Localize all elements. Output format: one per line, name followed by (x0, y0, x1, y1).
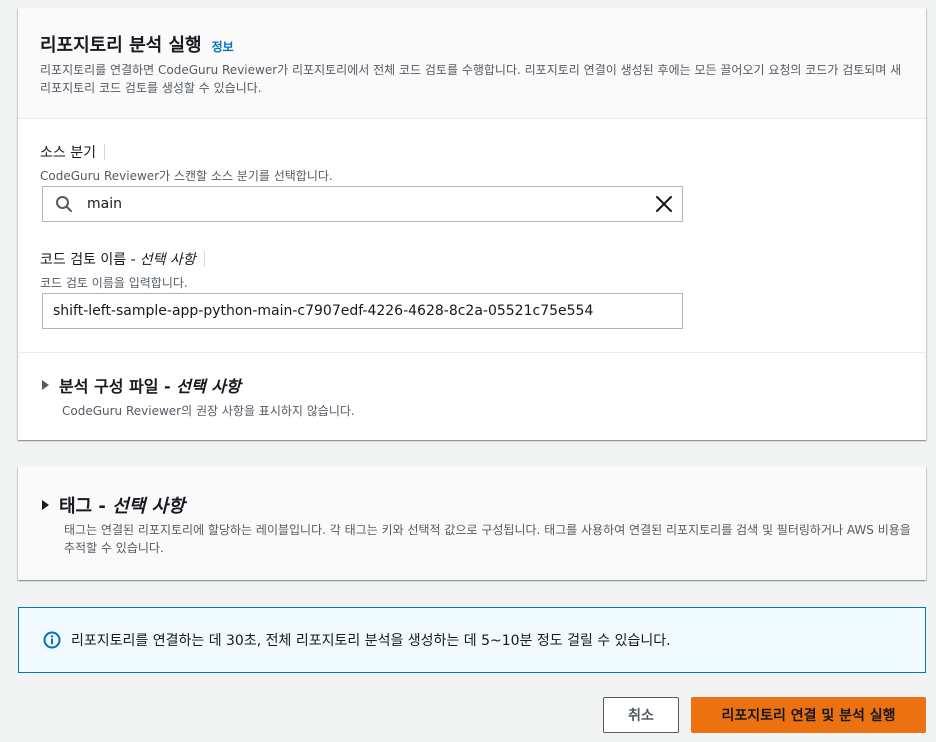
analysis-config-title: 분석 구성 파일 - 선택 사항 (59, 377, 241, 396)
tags-expander[interactable]: 태그 - 선택 사항 (42, 492, 185, 518)
caret-right-icon (42, 380, 49, 390)
source-branch-label: 소스 분기 (40, 142, 333, 162)
info-icon (43, 631, 61, 649)
caret-right-icon (42, 500, 49, 510)
source-branch-select[interactable]: main (42, 186, 683, 222)
connect-and-run-button[interactable]: 리포지토리 연결 및 분석 실행 (691, 697, 926, 733)
section-title: 리포지토리 분석 실행 정보 (40, 31, 234, 57)
source-branch-description: CodeGuru Reviewer가 스캔할 소스 분기를 선택합니다. (40, 169, 333, 183)
section-description: 리포지토리를 연결하면 CodeGuru Reviewer가 리포지토리에서 전… (40, 63, 902, 95)
tags-description: 태그는 연결된 리포지토리에 할당하는 레이블입니다. 각 태그는 키와 선택적… (64, 523, 911, 555)
source-branch-field: 소스 분기 CodeGuru Reviewer가 스캔할 소스 분기를 선택합니… (40, 142, 333, 184)
code-review-name-description: 코드 검토 이름을 입력합니다. (40, 276, 188, 290)
code-review-name-field: 코드 검토 이름 - 선택 사항 코드 검토 이름을 입력합니다. (40, 249, 205, 291)
close-icon[interactable] (654, 194, 674, 214)
analysis-config-expander[interactable]: 분석 구성 파일 - 선택 사항 (42, 373, 241, 397)
analysis-config-description: CodeGuru Reviewer의 권장 사항을 표시하지 않습니다. (62, 404, 355, 418)
code-review-name-label: 코드 검토 이름 - 선택 사항 (40, 249, 205, 269)
code-review-name-value: shift-left-sample-app-python-main-c7907e… (53, 303, 594, 319)
panel-header: 리포지토리 분석 실행 정보 리포지토리를 연결하면 CodeGuru Revi… (18, 8, 926, 119)
label-separator (203, 251, 205, 267)
section-title-text: 리포지토리 분석 실행 (40, 35, 202, 56)
code-review-name-input[interactable]: shift-left-sample-app-python-main-c7907e… (42, 293, 683, 329)
tags-title: 태그 - 선택 사항 (59, 496, 185, 517)
search-icon (55, 195, 73, 213)
alert-text: 리포지토리를 연결하는 데 30초, 전체 리포지토리 분석을 생성하는 데 5… (71, 633, 671, 649)
source-branch-value: main (87, 196, 122, 212)
info-alert: 리포지토리를 연결하는 데 30초, 전체 리포지토리 분석을 생성하는 데 5… (18, 607, 926, 673)
label-separator (103, 144, 105, 160)
divider (18, 352, 926, 353)
cancel-button[interactable]: 취소 (603, 697, 679, 733)
repository-analysis-panel: 리포지토리 분석 실행 정보 리포지토리를 연결하면 CodeGuru Revi… (18, 8, 926, 440)
info-link[interactable]: 정보 (212, 38, 234, 55)
tags-panel: 태그 - 선택 사항 태그는 연결된 리포지토리에 할당하는 레이블입니다. 각… (18, 467, 926, 580)
